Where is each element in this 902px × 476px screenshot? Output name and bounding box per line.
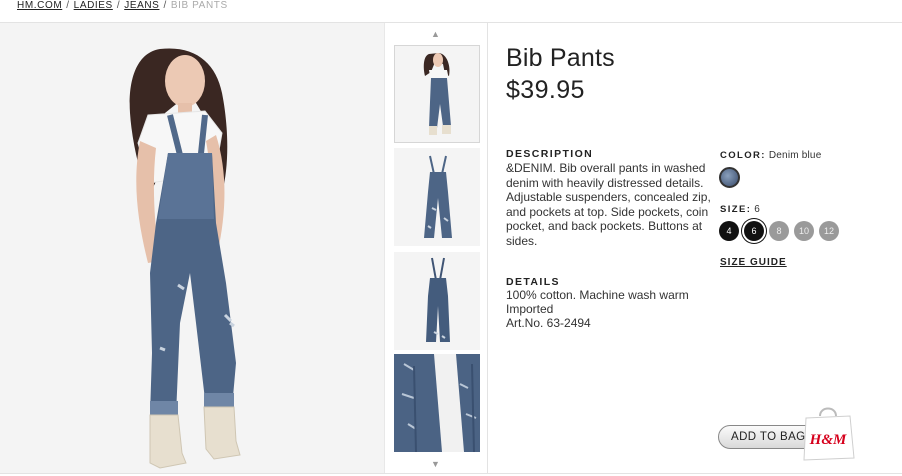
- size-option-10[interactable]: 10: [794, 221, 814, 241]
- breadcrumb-separator: /: [163, 0, 167, 11]
- main-product-image[interactable]: [0, 23, 384, 473]
- color-value: Denim blue: [768, 150, 822, 161]
- breadcrumb-link-jeans[interactable]: JEANS: [124, 0, 159, 11]
- thumbnail-1[interactable]: [394, 45, 480, 143]
- thumbnail-detail-image: [394, 354, 480, 452]
- description-text: &DENIM. Bib overall pants in washed deni…: [506, 161, 711, 248]
- breadcrumb: HM.COM / LADIES / JEANS / BIB PANTS: [17, 0, 228, 14]
- thumbnail-flat-back-image: [426, 257, 450, 342]
- breadcrumb-link-home[interactable]: HM.COM: [17, 0, 62, 11]
- thumbnail-model-image: [423, 53, 451, 135]
- size-option-12[interactable]: 12: [819, 221, 839, 241]
- size-value: 6: [754, 204, 760, 215]
- details-line: 100% cotton. Machine wash warm: [506, 288, 689, 302]
- chevron-up-icon[interactable]: ▲: [431, 29, 440, 39]
- description-label: DESCRIPTION: [506, 148, 594, 160]
- size-option-8[interactable]: 8: [769, 221, 789, 241]
- breadcrumb-separator: /: [66, 0, 70, 11]
- size-guide-link[interactable]: SIZE GUIDE: [720, 257, 787, 268]
- color-label: COLOR:: [720, 150, 766, 161]
- size-label: SIZE:: [720, 204, 752, 215]
- breadcrumb-separator: /: [116, 0, 121, 11]
- chevron-down-icon[interactable]: ▼: [431, 459, 440, 469]
- thumbnail-3[interactable]: [394, 252, 480, 350]
- thumbnail-flat-front-image: [424, 155, 452, 238]
- details-line: Imported: [506, 302, 554, 316]
- size-row: SIZE: 6: [720, 204, 760, 215]
- details-line: Art.No. 63-2494: [506, 316, 591, 330]
- thumbnail-2[interactable]: [394, 148, 480, 246]
- color-row: COLOR: Denim blue: [720, 150, 821, 161]
- thumbnail-column: ▲ ▼: [384, 23, 488, 473]
- shopping-bag-icon[interactable]: H&M: [800, 404, 856, 462]
- size-option-6[interactable]: 6: [744, 221, 764, 241]
- thumbnail-4[interactable]: [394, 354, 480, 452]
- breadcrumb-current: BIB PANTS: [170, 0, 228, 11]
- details-label: DETAILS: [506, 276, 560, 288]
- hm-logo: H&M: [809, 432, 847, 448]
- footer-divider: [0, 473, 902, 474]
- details-section: DETAILS 100% cotton. Machine wash warm I…: [506, 276, 711, 330]
- breadcrumb-link-ladies[interactable]: LADIES: [74, 0, 113, 11]
- model-illustration: [129, 48, 241, 469]
- size-option-4[interactable]: 4: [719, 221, 739, 241]
- description-section: DESCRIPTION &DENIM. Bib overall pants in…: [506, 148, 711, 248]
- product-title: Bib Pants: [506, 44, 615, 72]
- product-price: $39.95: [506, 76, 585, 104]
- color-swatch-denim-blue[interactable]: [719, 167, 740, 188]
- hm-bag-graphic: H&M: [803, 407, 855, 461]
